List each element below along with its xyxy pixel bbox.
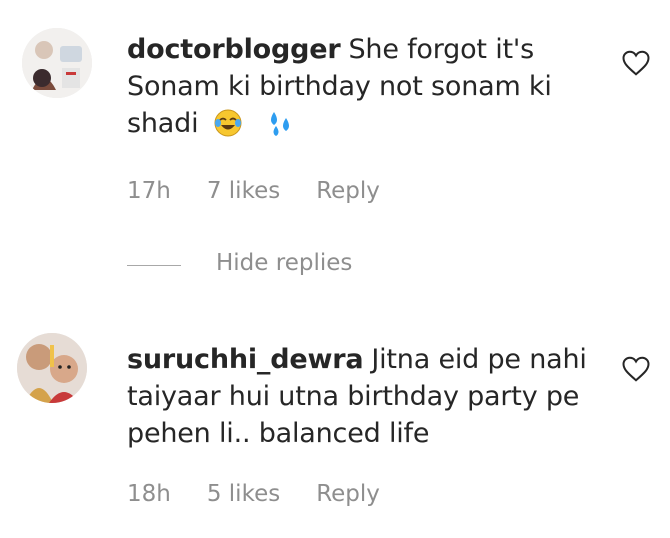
reply-button[interactable]: Reply [316,481,380,507]
comment-username[interactable]: doctorblogger [127,34,341,65]
avatar[interactable] [22,28,92,98]
comment-likes[interactable]: 7 likes [207,178,280,204]
heart-outline-icon[interactable] [621,49,651,77]
heart-outline-icon[interactable] [621,355,651,383]
hide-replies-button[interactable]: Hide replies [216,250,352,276]
comment-meta: 18h 5 likes Reply [127,481,412,507]
avatar[interactable] [17,333,87,403]
replies-divider [127,265,181,266]
sweat-droplets-emoji [265,108,295,148]
comment-likes[interactable]: 5 likes [207,481,280,507]
comment-body: suruchhi_dewra Jitna eid pe nahi taiyaar … [127,341,597,452]
reply-button[interactable]: Reply [316,178,380,204]
face-with-tears-of-joy-emoji [213,108,243,148]
comment-username[interactable]: suruchhi_dewra [127,344,364,375]
comment-body: doctorblogger She forgot it's Sonam ki bi… [127,31,597,148]
comment-timestamp[interactable]: 18h [127,481,171,507]
comment-timestamp[interactable]: 17h [127,178,171,204]
comment-meta: 17h 7 likes Reply [127,178,412,204]
